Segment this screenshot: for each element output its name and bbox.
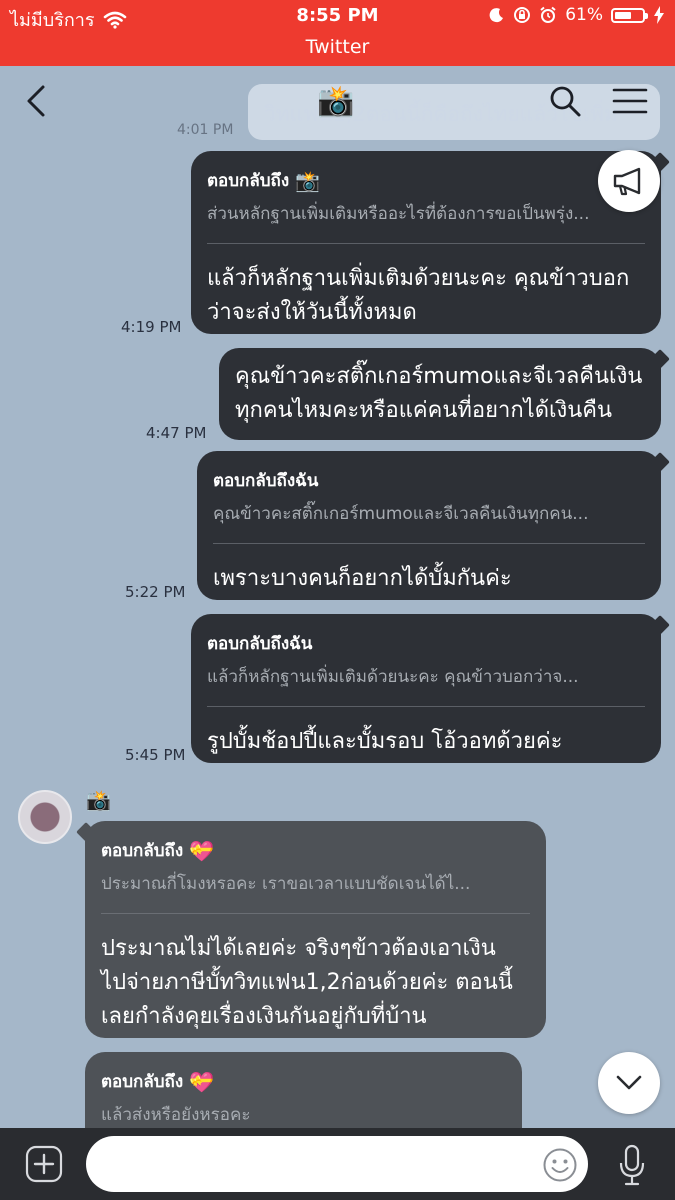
- message-bubble-outgoing[interactable]: ตอบกลับถึง 📸 ส่วนหลักฐานเพิ่มเติมหรืออะไ…: [191, 151, 661, 334]
- alarm-icon: [540, 6, 556, 23]
- message-line: คุณข้าวคะสติ๊กเกอร์mumoและจีเวลคืนเงิน: [235, 364, 643, 389]
- message-timestamp: 4:47 PM: [146, 424, 207, 442]
- message-bubble-incoming[interactable]: ตอบกลับถึง 💝 ประมาณกี่โมงหรอคะ เราขอเวลา…: [85, 821, 546, 1038]
- status-bar: ไม่มีบริการ 8:55 PM 61% Twitter: [0, 0, 675, 66]
- message-line: ว่าจะส่งให้วันนี้ทั้งหมด: [207, 300, 417, 325]
- message-bubble-outgoing[interactable]: คุณข้าวคะสติ๊กเกอร์mumoและจีเวลคืนเงิน ท…: [219, 348, 661, 440]
- status-right: 61%: [489, 5, 665, 25]
- scroll-to-bottom-button[interactable]: [598, 1052, 660, 1114]
- message-input-bar: [0, 1128, 675, 1200]
- reply-header: ตอบกลับถึง 📸: [207, 167, 645, 194]
- search-icon: [550, 86, 581, 117]
- megaphone-icon: [613, 167, 641, 196]
- message-line: เลยกำลังคุยเรื่องเงินกันอยู่กับที่บ้าน: [101, 1004, 427, 1029]
- reply-quote[interactable]: แล้วส่งหรือยังหรอคะ: [101, 1101, 506, 1128]
- reply-quote[interactable]: คุณข้าวคะสติ๊กเกอร์mumoและจีเวลคืนเงินทุ…: [213, 500, 645, 527]
- reply-label: ตอบกลับถึง: [101, 1072, 184, 1092]
- message-input[interactable]: [86, 1136, 588, 1192]
- message-text: คุณข้าวคะสติ๊กเกอร์mumoและจีเวลคืนเงิน ท…: [235, 360, 645, 428]
- heart-gift-emoji: 💝: [189, 1069, 215, 1094]
- message-timestamp: 5:45 PM: [125, 746, 186, 764]
- return-to-app-label[interactable]: Twitter: [0, 36, 675, 58]
- message-bubble-outgoing[interactable]: ตอบกลับถึงฉัน คุณข้าวคะสติ๊กเกอร์mumoและ…: [197, 451, 661, 600]
- menu-button[interactable]: [610, 84, 650, 118]
- chat-header: 📸: [0, 66, 675, 136]
- emoji-button[interactable]: [541, 1146, 579, 1184]
- microphone-icon: [619, 1144, 645, 1186]
- announcement-button[interactable]: [598, 150, 660, 212]
- reply-quote[interactable]: ส่วนหลักฐานเพิ่มเติมหรืออะไรที่ต้องการขอ…: [207, 200, 645, 227]
- hamburger-menu-icon: [612, 88, 648, 114]
- divider: [101, 913, 530, 914]
- message-line: ไปจ่ายภาษีบั้ทวิทแฟน1,2ก่อนด้วยค่ะ ตอนนี…: [101, 970, 513, 995]
- chat-title: 📸: [317, 84, 355, 119]
- message-text: รูปบั้มช้อปปี้และบั้มรอบ โอ้วอทด้วยค่ะ: [207, 725, 645, 759]
- reply-header: ตอบกลับถึง 💝: [101, 1068, 506, 1095]
- reply-header: ตอบกลับถึงฉัน: [213, 467, 645, 494]
- battery-icon: [611, 7, 648, 23]
- camera-flash-emoji: 📸: [295, 168, 321, 193]
- message-line: ทุกคนไหมคะหรือแค่คนที่อยากได้เงินคืน: [235, 398, 613, 423]
- add-attachment-button[interactable]: [24, 1144, 64, 1184]
- sender-name: 📸: [86, 788, 111, 812]
- divider: [207, 706, 645, 707]
- reply-quote[interactable]: แล้วก็หลักฐานเพิ่มเติมด้วยนะคะ คุณข้าวบอ…: [207, 663, 645, 690]
- reply-header: ตอบกลับถึง 💝: [101, 837, 530, 864]
- battery-percent: 61%: [565, 5, 603, 25]
- divider: [213, 543, 645, 544]
- message-bubble-outgoing[interactable]: ตอบกลับถึงฉัน แล้วก็หลักฐานเพิ่มเติมด้วย…: [191, 614, 661, 763]
- reply-label: ตอบกลับถึง: [207, 171, 290, 191]
- reply-quote[interactable]: ประมาณกี่โมงหรอคะ เราขอเวลาแบบชัดเจนได้ไ…: [101, 870, 530, 897]
- charging-bolt-icon: [654, 6, 664, 24]
- moon-icon: [489, 8, 504, 23]
- heart-gift-emoji: 💝: [189, 838, 215, 863]
- chevron-down-icon: [616, 1075, 642, 1090]
- sender-avatar[interactable]: [18, 790, 72, 844]
- voice-message-button[interactable]: [614, 1142, 650, 1188]
- rotation-lock-icon: [514, 7, 531, 23]
- message-text: แล้วก็หลักฐานเพิ่มเติมด้วยนะคะ คุณข้าวบอ…: [207, 262, 645, 330]
- back-button[interactable]: [18, 80, 54, 122]
- message-text: ประมาณไม่ได้เลยค่ะ จริงๆข้าวต้องเอาเงิน …: [101, 932, 530, 1034]
- message-line: ประมาณไม่ได้เลยค่ะ จริงๆข้าวต้องเอาเงิน: [101, 936, 496, 961]
- message-line: เพราะบางคนก็อยากได้บั้มกันค่ะ: [213, 566, 512, 591]
- reply-label: ตอบกลับถึงฉัน: [213, 471, 319, 491]
- message-line: แล้วก็หลักฐานเพิ่มเติมด้วยนะคะ คุณข้าวบอ…: [207, 266, 630, 291]
- reply-header: ตอบกลับถึงฉัน: [207, 630, 645, 657]
- reply-label: ตอบกลับถึงฉัน: [207, 634, 313, 654]
- message-timestamp: 4:19 PM: [121, 318, 182, 336]
- message-text: เพราะบางคนก็อยากได้บั้มกันค่ะ: [213, 562, 645, 596]
- reply-label: ตอบกลับถึง: [101, 841, 184, 861]
- search-button[interactable]: [546, 82, 584, 120]
- smiley-icon: [543, 1148, 577, 1182]
- message-line: รูปบั้มช้อปปี้และบั้มรอบ โอ้วอทด้วยค่ะ: [207, 729, 563, 754]
- message-timestamp: 5:22 PM: [125, 583, 186, 601]
- chevron-left-icon: [27, 85, 45, 117]
- divider: [207, 243, 645, 244]
- plus-square-icon: [25, 1145, 63, 1183]
- battery-level: [615, 11, 631, 19]
